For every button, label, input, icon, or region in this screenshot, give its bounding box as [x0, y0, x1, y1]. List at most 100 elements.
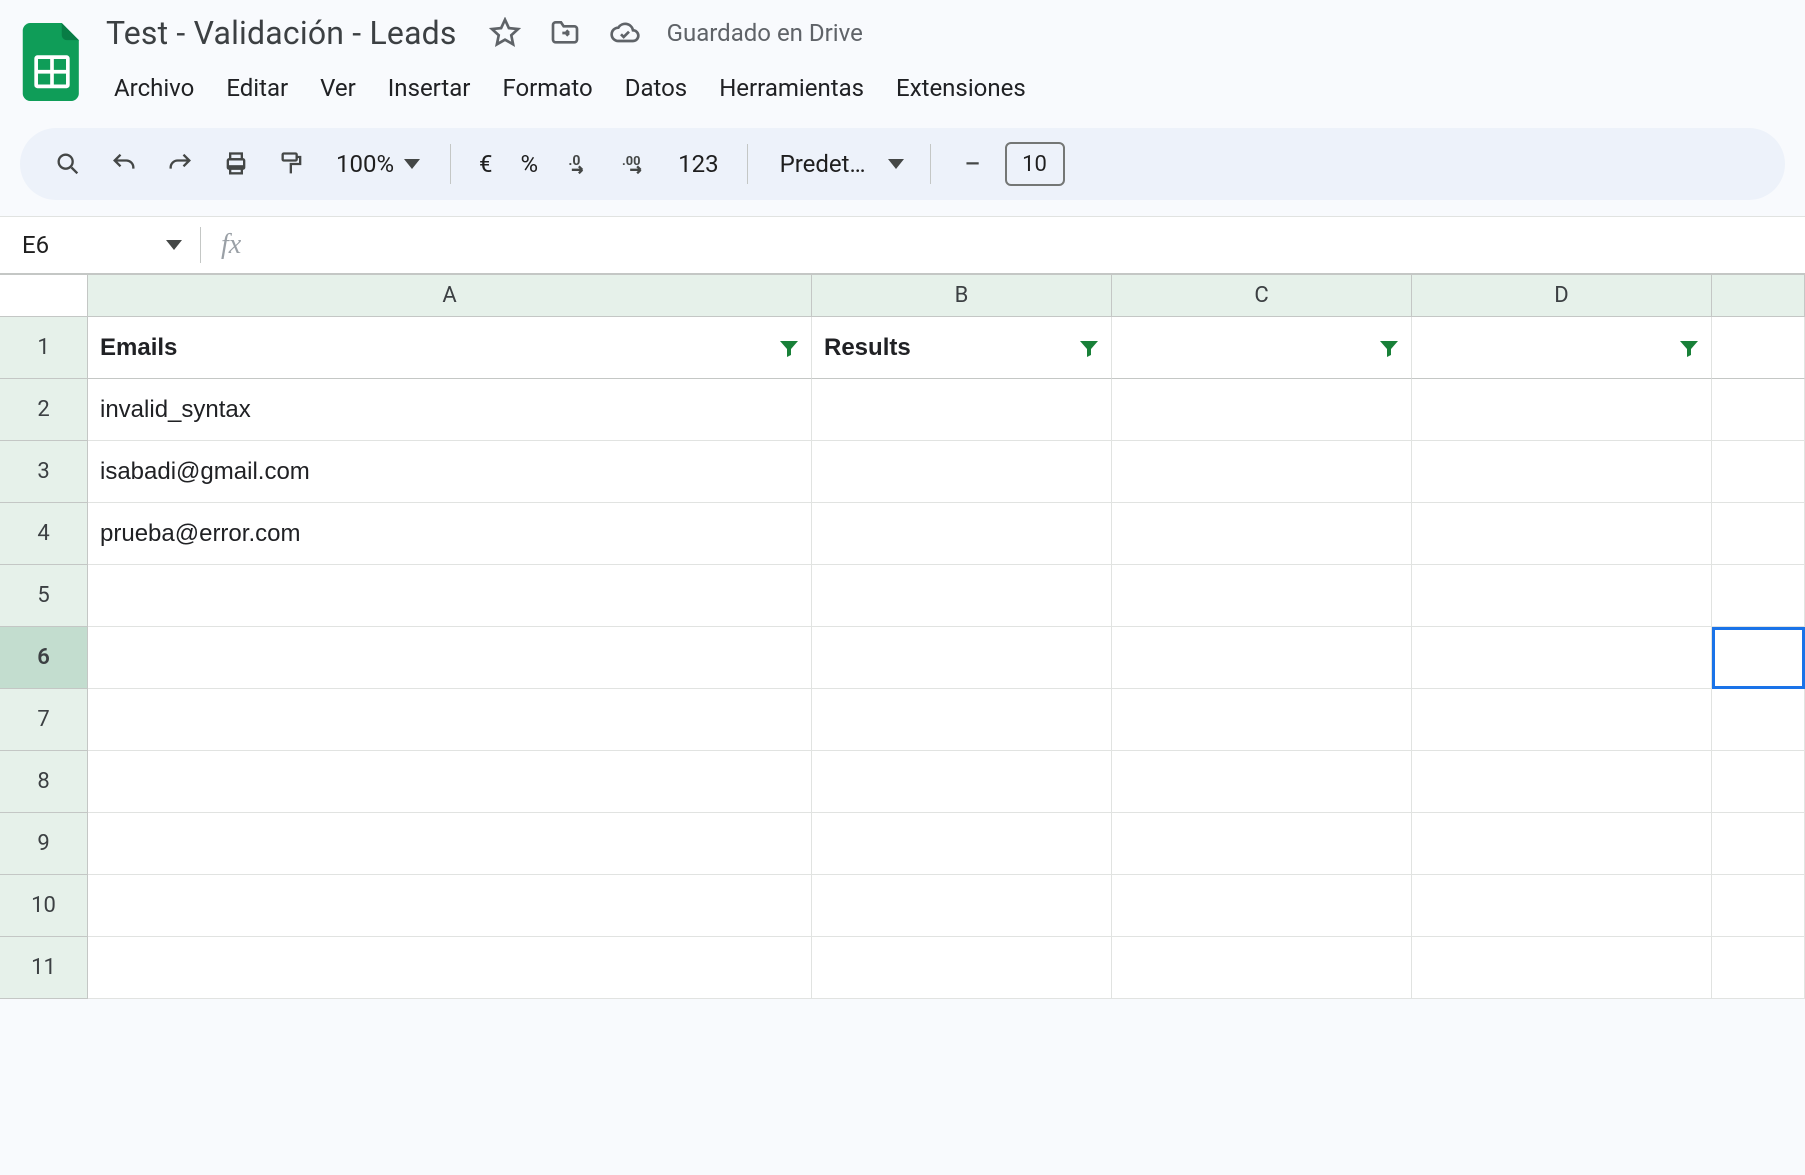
cell-C6[interactable] [1112, 627, 1412, 689]
percent-button[interactable]: % [511, 150, 549, 178]
cell-D8[interactable] [1412, 751, 1712, 813]
cell-E5[interactable] [1712, 565, 1805, 627]
cell-D9[interactable] [1412, 813, 1712, 875]
number-format-button[interactable]: 123 [668, 150, 728, 178]
row-header[interactable]: 8 [0, 751, 88, 813]
decrease-font-size-icon[interactable]: − [949, 140, 997, 188]
cell-A11[interactable] [88, 937, 812, 999]
row-header[interactable]: 7 [0, 689, 88, 751]
cell-C5[interactable] [1112, 565, 1412, 627]
cell-E3[interactable] [1712, 441, 1805, 503]
cell-D1[interactable] [1412, 317, 1712, 379]
cell-B3[interactable] [812, 441, 1112, 503]
cell-D7[interactable] [1412, 689, 1712, 751]
search-icon[interactable] [44, 140, 92, 188]
cell-B11[interactable] [812, 937, 1112, 999]
cell-B4[interactable] [812, 503, 1112, 565]
redo-icon[interactable] [156, 140, 204, 188]
row-header[interactable]: 10 [0, 875, 88, 937]
increase-decimal-icon[interactable]: .00 [612, 140, 660, 188]
row-header[interactable]: 11 [0, 937, 88, 999]
cell-B7[interactable] [812, 689, 1112, 751]
cell-C7[interactable] [1112, 689, 1412, 751]
formula-input[interactable] [259, 217, 1805, 273]
cell-E1[interactable] [1712, 317, 1805, 379]
filter-icon[interactable] [1677, 336, 1701, 360]
filter-icon[interactable] [777, 336, 801, 360]
sheets-logo-icon[interactable] [20, 18, 84, 106]
cloud-saved-icon[interactable] [607, 15, 643, 51]
cell-A2[interactable]: invalid_syntax [88, 379, 812, 441]
cell-E8[interactable] [1712, 751, 1805, 813]
cell-E10[interactable] [1712, 875, 1805, 937]
cell-E4[interactable] [1712, 503, 1805, 565]
menu-editar[interactable]: Editar [212, 66, 302, 110]
cell-A10[interactable] [88, 875, 812, 937]
column-header-a[interactable]: A [88, 275, 812, 317]
cell-D2[interactable] [1412, 379, 1712, 441]
font-size-input[interactable]: 10 [1005, 142, 1065, 186]
cell-A3[interactable]: isabadi@gmail.com [88, 441, 812, 503]
menu-ver[interactable]: Ver [306, 66, 370, 110]
cell-A1[interactable]: Emails [88, 317, 812, 379]
print-icon[interactable] [212, 140, 260, 188]
name-box[interactable]: E6 [0, 231, 200, 259]
cell-A7[interactable] [88, 689, 812, 751]
cell-E6[interactable] [1712, 627, 1805, 689]
cell-E11[interactable] [1712, 937, 1805, 999]
cell-B10[interactable] [812, 875, 1112, 937]
cell-C10[interactable] [1112, 875, 1412, 937]
zoom-select[interactable]: 100% [324, 150, 432, 178]
cell-D6[interactable] [1412, 627, 1712, 689]
cell-D4[interactable] [1412, 503, 1712, 565]
row-header[interactable]: 3 [0, 441, 88, 503]
menu-herramientas[interactable]: Herramientas [705, 66, 878, 110]
menu-insertar[interactable]: Insertar [374, 66, 485, 110]
cell-C9[interactable] [1112, 813, 1412, 875]
cell-C1[interactable] [1112, 317, 1412, 379]
star-icon[interactable] [487, 15, 523, 51]
row-header[interactable]: 6 [0, 627, 88, 689]
column-header-c[interactable]: C [1112, 275, 1412, 317]
menu-datos[interactable]: Datos [611, 66, 702, 110]
cell-A8[interactable] [88, 751, 812, 813]
cell-B6[interactable] [812, 627, 1112, 689]
cell-B8[interactable] [812, 751, 1112, 813]
document-title[interactable]: Test - Validación - Leads [100, 10, 463, 56]
cell-C11[interactable] [1112, 937, 1412, 999]
currency-button[interactable]: € [469, 150, 503, 178]
row-header[interactable]: 4 [0, 503, 88, 565]
cell-D3[interactable] [1412, 441, 1712, 503]
menu-extensiones[interactable]: Extensiones [882, 66, 1040, 110]
cell-C2[interactable] [1112, 379, 1412, 441]
cell-B9[interactable] [812, 813, 1112, 875]
filter-icon[interactable] [1077, 336, 1101, 360]
cell-C8[interactable] [1112, 751, 1412, 813]
paint-format-icon[interactable] [268, 140, 316, 188]
column-header-b[interactable]: B [812, 275, 1112, 317]
row-header[interactable]: 1 [0, 317, 88, 379]
cell-B2[interactable] [812, 379, 1112, 441]
cell-E7[interactable] [1712, 689, 1805, 751]
cell-C4[interactable] [1112, 503, 1412, 565]
cell-D11[interactable] [1412, 937, 1712, 999]
select-all-corner[interactable] [0, 275, 88, 317]
cell-B1[interactable]: Results [812, 317, 1112, 379]
filter-icon[interactable] [1377, 336, 1401, 360]
decrease-decimal-icon[interactable]: .0 [556, 140, 604, 188]
move-to-folder-icon[interactable] [547, 15, 583, 51]
column-header-d[interactable]: D [1412, 275, 1712, 317]
column-header-e[interactable] [1712, 275, 1805, 317]
font-family-select[interactable]: Predet… [766, 150, 912, 178]
undo-icon[interactable] [100, 140, 148, 188]
cell-A4[interactable]: prueba@error.com [88, 503, 812, 565]
row-header[interactable]: 5 [0, 565, 88, 627]
cell-A9[interactable] [88, 813, 812, 875]
cell-C3[interactable] [1112, 441, 1412, 503]
cell-E2[interactable] [1712, 379, 1805, 441]
row-header[interactable]: 2 [0, 379, 88, 441]
cell-E9[interactable] [1712, 813, 1805, 875]
menu-archivo[interactable]: Archivo [100, 66, 208, 110]
cell-D10[interactable] [1412, 875, 1712, 937]
cell-D5[interactable] [1412, 565, 1712, 627]
